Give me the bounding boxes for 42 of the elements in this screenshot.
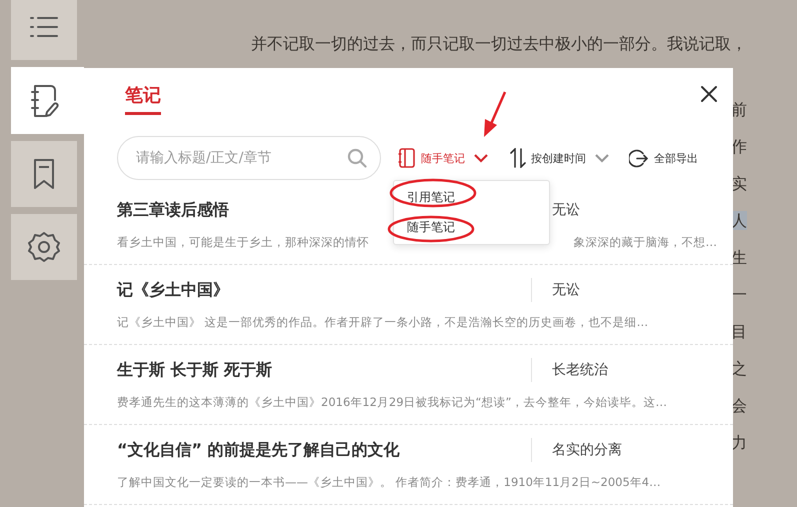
close-icon[interactable] — [700, 85, 718, 103]
note-excerpt: 看乡土中国，可能是生于乡土，那种深深的情怀 — [117, 235, 369, 250]
sort-icon — [510, 148, 526, 168]
book-text: 作 — [731, 137, 747, 156]
settings-icon — [28, 231, 60, 263]
annotation-arrow — [484, 92, 506, 137]
note-title[interactable]: “文化自信” 的前提是先了解自己的文化 — [117, 440, 531, 460]
menu-icon — [29, 15, 59, 39]
book-text: 之 — [731, 359, 747, 378]
book-text: 力 — [731, 433, 747, 452]
note-excerpt: 费孝通先生的这本薄薄的《乡土中国》2016年12月29日被我标记为“想读”，去今整年，今始读毕。这… — [117, 395, 667, 410]
chapter-name: 长老统治 — [552, 361, 608, 379]
note-excerpt: 了解中国文化一定要读的一本书——《乡土中国》。 作者简介：费孝通，1910年11月2日~2005年4… — [117, 475, 661, 490]
panel-title[interactable]: 笔记 — [125, 85, 161, 115]
note-excerpt: 象深深的藏于脑海，不想… — [574, 235, 717, 250]
book-text: 前 — [731, 100, 747, 119]
sidebar-tab[interactable] — [11, 67, 84, 134]
notebook-icon — [398, 148, 416, 168]
caret-icon — [595, 153, 609, 163]
export-icon — [629, 148, 648, 168]
sidebar-tab[interactable] — [11, 0, 77, 60]
book-text: 目 — [731, 322, 747, 341]
menu-item[interactable]: 随手笔记 — [394, 218, 549, 236]
chapter-name: 无讼 — [552, 201, 580, 219]
caret-icon — [474, 153, 488, 163]
note-title[interactable]: 记《乡土中国》 — [117, 280, 531, 300]
sidebar-tab[interactable] — [11, 141, 77, 207]
bookmark-icon — [31, 158, 57, 190]
note-title[interactable]: 生于斯 长于斯 死于斯 — [117, 360, 531, 380]
sidebar-tab[interactable] — [11, 214, 77, 280]
menu-item[interactable]: 引用笔记 — [394, 189, 549, 206]
search-icon — [347, 148, 367, 168]
book-text: 会 — [731, 396, 747, 415]
chapter-name: 名实的分离 — [552, 441, 622, 459]
chapter-name: 无讼 — [552, 281, 580, 299]
book-text: 并不记取一切的过去，而只记取一切过去中极小的一部分。我说记取， — [251, 34, 747, 53]
notebook-icon — [29, 84, 59, 118]
filter-dropdown[interactable]: 随手笔记 — [398, 148, 488, 168]
search-field[interactable]: 请输入标题/正文/章节 — [117, 136, 381, 180]
export-button[interactable]: 全部导出 — [629, 148, 698, 168]
sort-dropdown[interactable]: 按创建时间 — [510, 148, 609, 168]
note-excerpt: 记《乡土中国》 这是一部优秀的作品。作者开辟了一条小路，不是浩瀚长空的历史画卷，也不是细… — [117, 315, 648, 330]
